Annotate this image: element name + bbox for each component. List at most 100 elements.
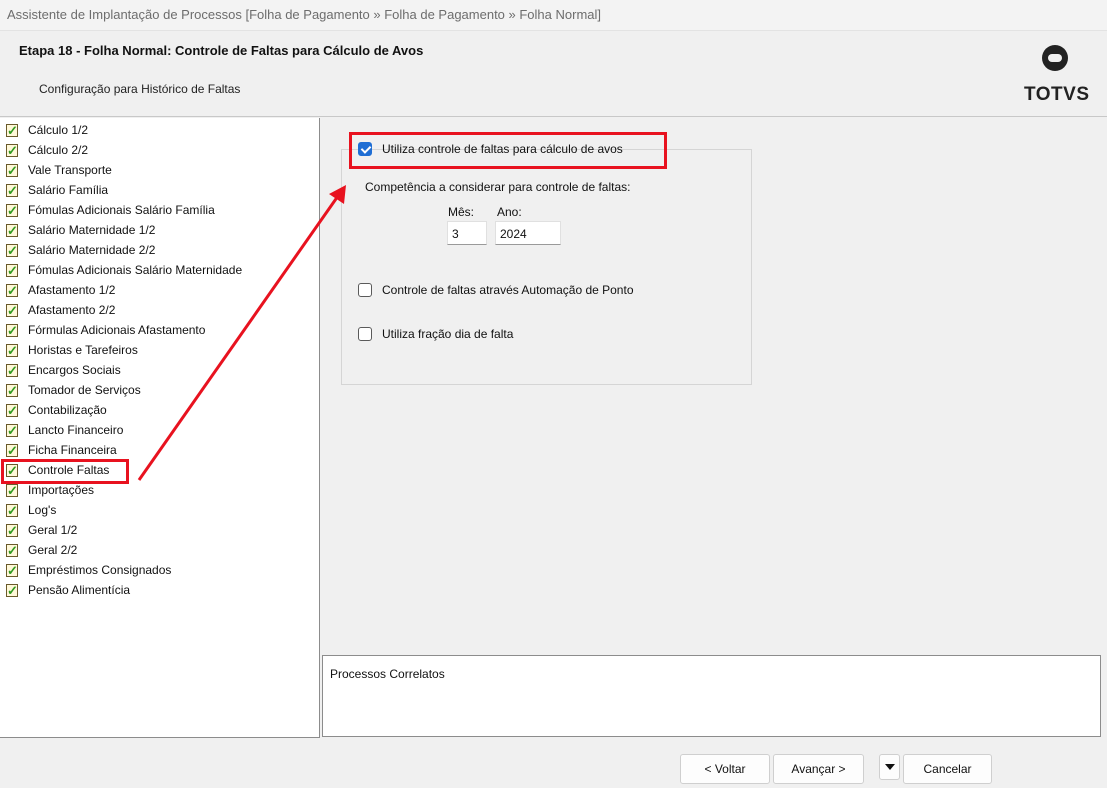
- checked-document-icon: ✓: [6, 182, 18, 198]
- tree-item[interactable]: ✓ Pensão Alimentícia: [5, 580, 130, 600]
- tree-item[interactable]: ✓ Encargos Sociais: [5, 360, 121, 380]
- use-absence-control-box[interactable]: [358, 142, 372, 156]
- tree-item-label: Horistas e Tarefeiros: [28, 343, 138, 357]
- tree-item-label: Log's: [28, 503, 57, 517]
- tree-item-label: Vale Transporte: [28, 163, 112, 177]
- related-processes-panel: Processos Correlatos: [322, 655, 1101, 737]
- next-button[interactable]: Avançar >: [773, 754, 864, 784]
- checked-document-icon: ✓: [6, 542, 18, 558]
- totvs-logo-icon: [1042, 45, 1068, 71]
- ponto-automation-box[interactable]: [358, 283, 372, 297]
- tree-item-label: Empréstimos Consignados: [28, 563, 172, 577]
- checked-document-icon: ✓: [6, 262, 18, 278]
- checked-document-icon: ✓: [6, 142, 18, 158]
- tree-item-label: Lancto Financeiro: [28, 423, 124, 437]
- mes-label: Mês:: [448, 205, 475, 219]
- ponto-automation-checkbox[interactable]: Controle de faltas através Automação de …: [358, 283, 634, 297]
- tree-item-label: Geral 1/2: [28, 523, 78, 537]
- tree-item[interactable]: ✓ Geral 2/2: [5, 540, 77, 560]
- ano-label: Ano:: [497, 205, 522, 219]
- tree-item-label: Fómulas Adicionais Salário Família: [28, 203, 215, 217]
- tree-item-label: Tomador de Serviços: [28, 383, 141, 397]
- checked-document-icon: ✓: [6, 162, 18, 178]
- checked-document-icon: ✓: [6, 522, 18, 538]
- tree-item-label: Ficha Financeira: [28, 443, 117, 457]
- tree-item-label: Cálculo 1/2: [28, 123, 89, 137]
- checked-document-icon: ✓: [6, 442, 18, 458]
- tree-item[interactable]: ✓ Fómulas Adicionais Salário Maternidade: [5, 260, 242, 280]
- checked-document-icon: ✓: [6, 362, 18, 378]
- tree-item-label: Geral 2/2: [28, 543, 78, 557]
- totvs-logo: TOTVS: [1022, 41, 1092, 109]
- tree-item[interactable]: ✓ Horistas e Tarefeiros: [5, 340, 138, 360]
- tree-item-label: Afastamento 1/2: [28, 283, 116, 297]
- tree-item[interactable]: ✓ Fórmulas Adicionais Afastamento: [5, 320, 205, 340]
- checked-document-icon: ✓: [6, 342, 18, 358]
- step-subtitle: Configuração para Histórico de Faltas: [39, 82, 241, 96]
- fraction-day-checkbox[interactable]: Utiliza fração dia de falta: [358, 327, 513, 341]
- tree-item[interactable]: ✓ Geral 1/2: [5, 520, 77, 540]
- tree-item-label: Importações: [28, 483, 95, 497]
- checked-document-icon: ✓: [6, 122, 18, 138]
- checked-document-icon: ✓: [6, 282, 18, 298]
- tree-item[interactable]: ✓ Afastamento 1/2: [5, 280, 115, 300]
- tree-item[interactable]: ✓ Lancto Financeiro: [5, 420, 123, 440]
- tree-item[interactable]: ✓ Log's: [5, 500, 56, 520]
- use-absence-control-label: Utiliza controle de faltas para cálculo …: [382, 142, 623, 156]
- tree-item-label: Controle Faltas: [28, 463, 110, 477]
- tree-item[interactable]: ✓ Empréstimos Consignados: [5, 560, 171, 580]
- tree-item[interactable]: ✓ Vale Transporte: [5, 160, 112, 180]
- tree-item[interactable]: ✓ Ficha Financeira: [5, 440, 117, 460]
- wizard-header: Etapa 18 - Folha Normal: Controle de Fal…: [0, 31, 1107, 117]
- tree-item[interactable]: ✓ Salário Maternidade 2/2: [5, 240, 155, 260]
- fraction-day-box[interactable]: [358, 327, 372, 341]
- related-processes-label: Processos Correlatos: [330, 667, 445, 681]
- checked-document-icon: ✓: [6, 242, 18, 258]
- checked-document-icon: ✓: [6, 482, 18, 498]
- tree-item[interactable]: ✓ Salário Maternidade 1/2: [5, 220, 155, 240]
- tree-item[interactable]: ✓ Contabilização: [5, 400, 107, 420]
- use-absence-control-checkbox[interactable]: Utiliza controle de faltas para cálculo …: [358, 142, 623, 156]
- checked-document-icon: ✓: [6, 422, 18, 438]
- back-button[interactable]: < Voltar: [680, 754, 770, 784]
- tree-item-label: Pensão Alimentícia: [28, 583, 131, 597]
- tree-item-label: Fómulas Adicionais Salário Maternidade: [28, 263, 243, 277]
- checked-document-icon: ✓: [6, 462, 18, 478]
- tree-item-label: Encargos Sociais: [28, 363, 121, 377]
- checked-document-icon: ✓: [6, 202, 18, 218]
- tree-item-label: Afastamento 2/2: [28, 303, 116, 317]
- checked-document-icon: ✓: [6, 402, 18, 418]
- tree-item-label: Contabilização: [28, 403, 107, 417]
- fraction-day-label: Utiliza fração dia de falta: [382, 327, 514, 341]
- window-title: Assistente de Implantação de Processos […: [0, 0, 1107, 31]
- checked-document-icon: ✓: [6, 222, 18, 238]
- tree-item[interactable]: ✓ Cálculo 2/2: [5, 140, 88, 160]
- tree-item-label: Salário Maternidade 2/2: [28, 243, 156, 257]
- checked-document-icon: ✓: [6, 302, 18, 318]
- checked-document-icon: ✓: [6, 502, 18, 518]
- tree-item-label: Fórmulas Adicionais Afastamento: [28, 323, 206, 337]
- logo-text: TOTVS: [1024, 84, 1090, 105]
- chevron-down-icon[interactable]: [879, 754, 900, 780]
- tree-item-label: Salário Família: [28, 183, 109, 197]
- step-tree: ✓ Cálculo 1/2 ✓ Cálculo 2/2 ✓ Vale Transporte…: [0, 118, 320, 738]
- tree-item[interactable]: ✓ Controle Faltas: [5, 460, 109, 480]
- checked-document-icon: ✓: [6, 322, 18, 338]
- tree-item-label: Salário Maternidade 1/2: [28, 223, 156, 237]
- step-content: Utiliza controle de faltas para cálculo …: [322, 118, 1107, 654]
- cancel-button[interactable]: Cancelar: [903, 754, 992, 784]
- ano-input[interactable]: 2024: [495, 221, 561, 245]
- tree-item-label: Cálculo 2/2: [28, 143, 89, 157]
- tree-item[interactable]: ✓ Importações: [5, 480, 94, 500]
- checked-document-icon: ✓: [6, 582, 18, 598]
- step-title: Etapa 18 - Folha Normal: Controle de Fal…: [19, 43, 424, 58]
- tree-item[interactable]: ✓ Cálculo 1/2: [5, 120, 88, 140]
- tree-item[interactable]: ✓ Tomador de Serviços: [5, 380, 141, 400]
- checked-document-icon: ✓: [6, 562, 18, 578]
- tree-item[interactable]: ✓ Salário Família: [5, 180, 108, 200]
- mes-input[interactable]: 3: [447, 221, 487, 245]
- tree-item[interactable]: ✓ Fómulas Adicionais Salário Família: [5, 200, 215, 220]
- checked-document-icon: ✓: [6, 382, 18, 398]
- tree-item[interactable]: ✓ Afastamento 2/2: [5, 300, 115, 320]
- ponto-automation-label: Controle de faltas através Automação de …: [382, 283, 634, 297]
